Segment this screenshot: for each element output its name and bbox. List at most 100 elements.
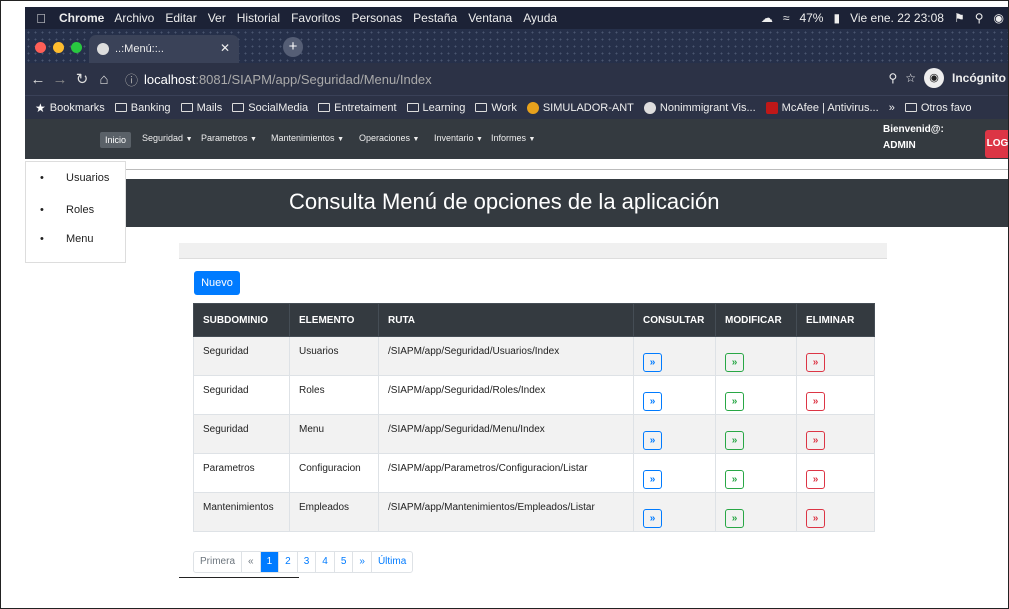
nav-inicio[interactable]: Inicio bbox=[100, 132, 132, 148]
bookmark-nonimmigrant[interactable]: Nonimmigrant Vis... bbox=[643, 101, 756, 114]
wifi-icon[interactable]: ≈ bbox=[783, 11, 790, 25]
zoom-icon[interactable]: ⚲ bbox=[888, 71, 897, 85]
menu-pestana[interactable]: Pestaña bbox=[413, 11, 457, 25]
nav-label: Seguridad bbox=[142, 133, 184, 143]
tab-close-icon[interactable]: ✕ bbox=[220, 41, 230, 55]
col-subdominio[interactable]: SUBDOMINIO bbox=[193, 303, 290, 337]
consultar-button[interactable]: » bbox=[643, 392, 662, 411]
bookmark-otros[interactable]: Otros favo bbox=[904, 102, 972, 114]
col-elemento[interactable]: ELEMENTO bbox=[289, 303, 379, 337]
table-row: Mantenimientos Empleados /SIAPM/app/Mant… bbox=[193, 492, 875, 532]
bookmark-learning[interactable]: Learning bbox=[406, 102, 465, 114]
new-button[interactable]: Nuevo bbox=[194, 271, 240, 295]
seal-favicon-icon bbox=[643, 101, 656, 114]
nav-parametros[interactable]: Parametros ▼ bbox=[201, 133, 257, 143]
consultar-button[interactable]: » bbox=[643, 509, 662, 528]
menu-personas[interactable]: Personas bbox=[351, 11, 402, 25]
bookmark-work[interactable]: Work bbox=[475, 102, 517, 114]
zoom-window-icon[interactable] bbox=[71, 42, 82, 53]
bookmark-mails[interactable]: Mails bbox=[180, 102, 222, 114]
col-modificar[interactable]: MODIFICAR bbox=[715, 303, 797, 337]
bookmark-star-icon[interactable]: ☆ bbox=[905, 71, 916, 85]
nav-inventario[interactable]: Inventario ▼ bbox=[434, 133, 483, 143]
cell-consultar: » bbox=[633, 336, 716, 376]
app-name[interactable]: Chrome bbox=[59, 11, 104, 25]
bookmarks-overflow[interactable]: » bbox=[889, 102, 895, 114]
back-icon[interactable]: ← bbox=[27, 71, 49, 88]
table-row: Seguridad Usuarios /SIAPM/app/Seguridad/… bbox=[193, 336, 875, 376]
spotlight-search-icon[interactable]: ⚲ bbox=[975, 11, 984, 25]
apple-icon[interactable]:  bbox=[31, 11, 51, 26]
close-window-icon[interactable] bbox=[35, 42, 46, 53]
flag-icon[interactable]: ⚑ bbox=[954, 11, 965, 25]
table-row: Parametros Configuracion /SIAPM/app/Para… bbox=[193, 453, 875, 493]
logout-button[interactable]: LOG bbox=[985, 130, 1008, 158]
site-info-icon[interactable]: ⓘ bbox=[125, 70, 138, 89]
clock[interactable]: Vie ene. 22 23:08 bbox=[850, 11, 944, 25]
page-last[interactable]: Última bbox=[372, 552, 412, 572]
consultar-button[interactable]: » bbox=[643, 353, 662, 372]
modificar-button[interactable]: » bbox=[725, 431, 744, 450]
consultar-button[interactable]: » bbox=[643, 431, 662, 450]
bookmark-simulador-ant[interactable]: SIMULADOR-ANT bbox=[526, 101, 634, 114]
page-4[interactable]: 4 bbox=[316, 552, 335, 572]
content-header-band bbox=[179, 243, 887, 259]
nav-operaciones[interactable]: Operaciones ▼ bbox=[359, 133, 419, 143]
modificar-button[interactable]: » bbox=[725, 470, 744, 489]
browser-tab[interactable]: ..:Menú::.. ✕ bbox=[89, 35, 239, 63]
page-prev[interactable]: « bbox=[242, 552, 261, 572]
modificar-button[interactable]: » bbox=[725, 353, 744, 372]
menu-ventana[interactable]: Ventana bbox=[468, 11, 512, 25]
menu-archivo[interactable]: Archivo bbox=[114, 11, 154, 25]
col-consultar[interactable]: CONSULTAR bbox=[633, 303, 716, 337]
address-bar[interactable]: ⓘ localhost :8081/SIAPM/app/Seguridad/Me… bbox=[125, 68, 905, 90]
bookmark-banking[interactable]: Banking bbox=[114, 102, 171, 114]
dropdown-item-usuarios[interactable]: Usuarios bbox=[40, 172, 109, 184]
cloud-icon[interactable]: ☁ bbox=[761, 11, 773, 25]
menu-editar[interactable]: Editar bbox=[165, 11, 196, 25]
battery-percent[interactable]: 47% bbox=[799, 11, 823, 25]
incognito-icon[interactable]: ◉ bbox=[924, 68, 944, 88]
eliminar-button[interactable]: » bbox=[806, 470, 825, 489]
table-row: Seguridad Roles /SIAPM/app/Seguridad/Rol… bbox=[193, 375, 875, 415]
eliminar-button[interactable]: » bbox=[806, 392, 825, 411]
col-eliminar[interactable]: ELIMINAR bbox=[796, 303, 875, 337]
incognito-label[interactable]: Incógnito bbox=[952, 71, 1006, 85]
cell-subdominio: Mantenimientos bbox=[193, 492, 290, 532]
nav-seguridad[interactable]: Seguridad ▼ bbox=[142, 133, 193, 143]
page-next[interactable]: » bbox=[353, 552, 372, 572]
home-icon[interactable]: ⌂ bbox=[93, 71, 115, 88]
bookmark-entretaiment[interactable]: Entretaiment bbox=[318, 102, 397, 114]
reload-icon[interactable]: ↻ bbox=[71, 70, 93, 88]
nav-label: Mantenimientos bbox=[271, 133, 335, 143]
nav-mantenimientos[interactable]: Mantenimientos ▼ bbox=[271, 133, 344, 143]
modificar-button[interactable]: » bbox=[725, 392, 744, 411]
eliminar-button[interactable]: » bbox=[806, 353, 825, 372]
siri-icon[interactable]: ◉ bbox=[994, 11, 1004, 25]
page-5[interactable]: 5 bbox=[335, 552, 354, 572]
page-first[interactable]: Primera bbox=[194, 552, 243, 572]
minimize-window-icon[interactable] bbox=[53, 42, 64, 53]
dropdown-item-roles[interactable]: Roles bbox=[40, 204, 94, 216]
folder-icon bbox=[904, 103, 917, 112]
menu-historial[interactable]: Historial bbox=[237, 11, 280, 25]
menu-ayuda[interactable]: Ayuda bbox=[523, 11, 557, 25]
eliminar-button[interactable]: » bbox=[806, 509, 825, 528]
page-2[interactable]: 2 bbox=[279, 552, 298, 572]
nav-informes[interactable]: Informes ▼ bbox=[491, 133, 535, 143]
dropdown-item-menu[interactable]: Menu bbox=[40, 233, 94, 245]
page-3[interactable]: 3 bbox=[298, 552, 317, 572]
eliminar-button[interactable]: » bbox=[806, 431, 825, 450]
col-ruta[interactable]: RUTA bbox=[378, 303, 634, 337]
menu-favoritos[interactable]: Favoritos bbox=[291, 11, 340, 25]
consultar-button[interactable]: » bbox=[643, 470, 662, 489]
new-tab-button[interactable]: + bbox=[283, 37, 303, 57]
modificar-button[interactable]: » bbox=[725, 509, 744, 528]
menu-ver[interactable]: Ver bbox=[208, 11, 226, 25]
bookmark-mcafee[interactable]: McAfee | Antivirus... bbox=[765, 101, 879, 114]
bookmark-socialmedia[interactable]: SocialMedia bbox=[232, 102, 308, 114]
battery-icon[interactable]: ▮ bbox=[833, 11, 840, 25]
forward-icon[interactable]: → bbox=[49, 71, 71, 88]
bookmarks-manager[interactable]: ★ Bookmarks bbox=[35, 101, 105, 115]
page-1[interactable]: 1 bbox=[260, 552, 280, 572]
